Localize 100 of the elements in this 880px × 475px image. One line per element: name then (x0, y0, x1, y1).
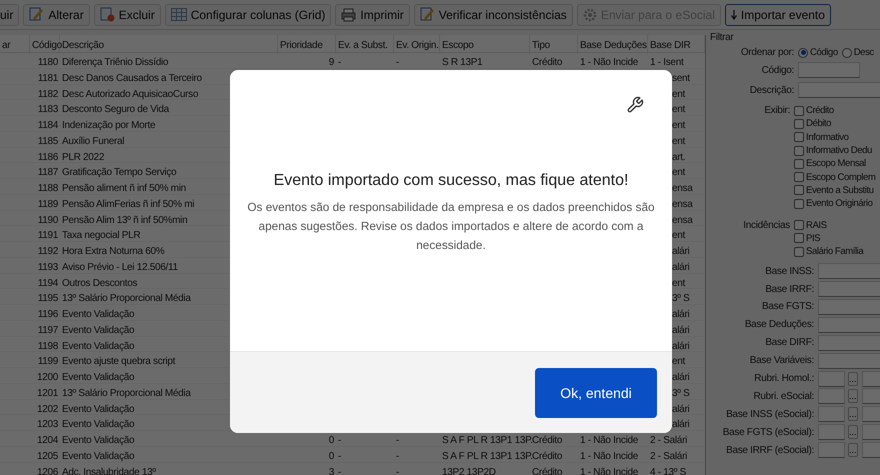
filter-checkbox[interactable]: Escopo Mensal (794, 158, 866, 170)
input-field[interactable] (818, 263, 880, 280)
sort-radio[interactable]: Desc (842, 47, 874, 58)
lookup-button[interactable]: ... (848, 425, 858, 440)
lookup-button[interactable]: ... (848, 407, 858, 422)
table-cell: Evento Validação (62, 309, 134, 320)
column-header[interactable]: Base Deduções (580, 40, 647, 51)
filter-checkbox[interactable]: RAIS (794, 220, 827, 231)
column-header[interactable]: Código (32, 40, 62, 51)
gear-icon (582, 8, 597, 22)
toolbar-button[interactable]: Importar evento (724, 4, 831, 26)
printer-icon (341, 8, 356, 22)
column-header[interactable]: Escopo (442, 40, 474, 51)
column-header[interactable]: Prioridade (280, 40, 323, 51)
group-label: Incidências (742, 220, 791, 231)
filter-checkbox[interactable]: Salário Família (794, 246, 864, 258)
field-label: Descrição: (748, 84, 795, 96)
grid-icon (170, 8, 187, 21)
table-cell: 1184 (38, 120, 58, 131)
table-cell: Diferença Triênio Dissídio (62, 57, 168, 68)
table-cell: ent (672, 356, 686, 368)
table-cell: 13º Salário Proporcional Média (62, 293, 191, 304)
filter-checkbox[interactable]: Evento a Substitu (794, 184, 874, 196)
column-header[interactable]: ar (2, 40, 10, 51)
table-cell: 1198 (38, 340, 58, 352)
input-field[interactable] (818, 442, 845, 458)
lookup-button[interactable]: ... (848, 389, 858, 404)
table-cell: Evento ajuste quebra script (62, 356, 176, 368)
input-field[interactable] (818, 370, 845, 387)
column-header[interactable]: Ev. Origin. (396, 40, 439, 51)
table-cell: 1181 (38, 72, 58, 84)
table-cell: alári (672, 246, 690, 257)
table-cell: 13º Salário Proporcional Média (62, 388, 191, 399)
toolbar-button[interactable]: Alterar (23, 4, 90, 26)
table-cell: - (338, 450, 342, 462)
table-cell: alári (672, 309, 690, 320)
lookup-button[interactable]: ... (848, 443, 858, 458)
table-cell: 1193 (38, 262, 58, 273)
table-cell: Crédito (532, 435, 562, 446)
filter-checkbox[interactable]: Escopo Complem (794, 172, 876, 183)
toolbar-button[interactable]: Imprimir (335, 4, 410, 26)
input-field[interactable] (818, 334, 880, 351)
column-header[interactable]: Base DIR (650, 40, 690, 51)
field-label: Base INSS: (764, 266, 815, 277)
table-cell: 3 (328, 466, 334, 475)
input-field[interactable] (798, 62, 860, 78)
ok-button[interactable]: Ok, entendi (535, 368, 657, 418)
filter-checkbox[interactable]: Informativo Dedu (794, 145, 872, 156)
table-cell: Evento Validação (62, 372, 134, 383)
input-field[interactable] (818, 406, 845, 422)
table-cell: alári (672, 419, 690, 430)
table-cell: ent (672, 167, 686, 178)
filter-checkbox[interactable]: Crédito (794, 105, 834, 116)
toolbar-button[interactable]: Configurar colunas (Grid) (164, 4, 332, 26)
table-cell: alári (672, 262, 690, 273)
toolbar-button[interactable]: Verificar inconsistências (414, 4, 573, 26)
table-cell: Indenização por Morte (62, 120, 156, 131)
lookup-button[interactable]: ... (848, 372, 858, 386)
table-cell: Evento Validação (62, 324, 134, 336)
toolbar-button[interactable]: Excluir (94, 4, 161, 26)
table-cell: 1199 (38, 356, 58, 368)
table-cell: 1185 (38, 136, 58, 147)
table-cell: alári (672, 372, 690, 383)
table-cell: ensa (672, 198, 692, 210)
table-cell: Desc Autorizado AquisicaoCurso (62, 88, 198, 100)
sort-radio[interactable]: Código (798, 47, 838, 58)
table-cell: Crédito (532, 57, 562, 68)
document-delete-icon (100, 7, 115, 22)
table-cell: Adc. Insalubridade 13º (62, 466, 156, 475)
table-cell: - (338, 435, 342, 446)
wrench-icon[interactable] (626, 96, 644, 114)
field-label: Base Variáveis: (748, 355, 815, 366)
column-header[interactable]: Ev. a Subst. (338, 40, 388, 51)
field-label: Base IRRF: (764, 284, 815, 295)
filter-checkbox[interactable]: Informativo (794, 132, 849, 143)
table-cell: 1187 (38, 167, 58, 178)
input-field[interactable] (818, 424, 845, 440)
table-cell: 1196 (38, 309, 58, 320)
table-cell: - (396, 466, 400, 475)
column-header[interactable]: Tipo (532, 40, 550, 51)
input-field[interactable] (818, 388, 845, 404)
field-label: Rubri. Homol.: (753, 373, 815, 384)
filter-checkbox[interactable]: PIS (794, 232, 820, 244)
toolbar-button[interactable]: uir (0, 4, 20, 26)
column-header[interactable]: Descrição (62, 40, 104, 51)
table-cell: 1194 (38, 278, 58, 288)
table-cell: S A F PL R 13P1 13P. (442, 450, 533, 462)
field-label: Base Deduções: (744, 319, 815, 330)
input-field[interactable] (818, 281, 880, 298)
filter-checkbox[interactable]: Débito (794, 118, 832, 130)
table-cell: 1202 (36, 404, 58, 414)
input-field[interactable] (818, 298, 880, 315)
table-cell: Aviso Prévio - Lei 12.506/11 (62, 262, 178, 273)
filter-checkbox[interactable]: Evento Originário (794, 198, 872, 210)
input-field[interactable] (818, 352, 880, 369)
input-field[interactable] (798, 82, 880, 98)
table-cell: art. (672, 152, 686, 162)
input-field[interactable] (818, 316, 880, 333)
table-cell: 2 - Salári (650, 435, 688, 446)
table-cell: 1180 (38, 57, 58, 68)
